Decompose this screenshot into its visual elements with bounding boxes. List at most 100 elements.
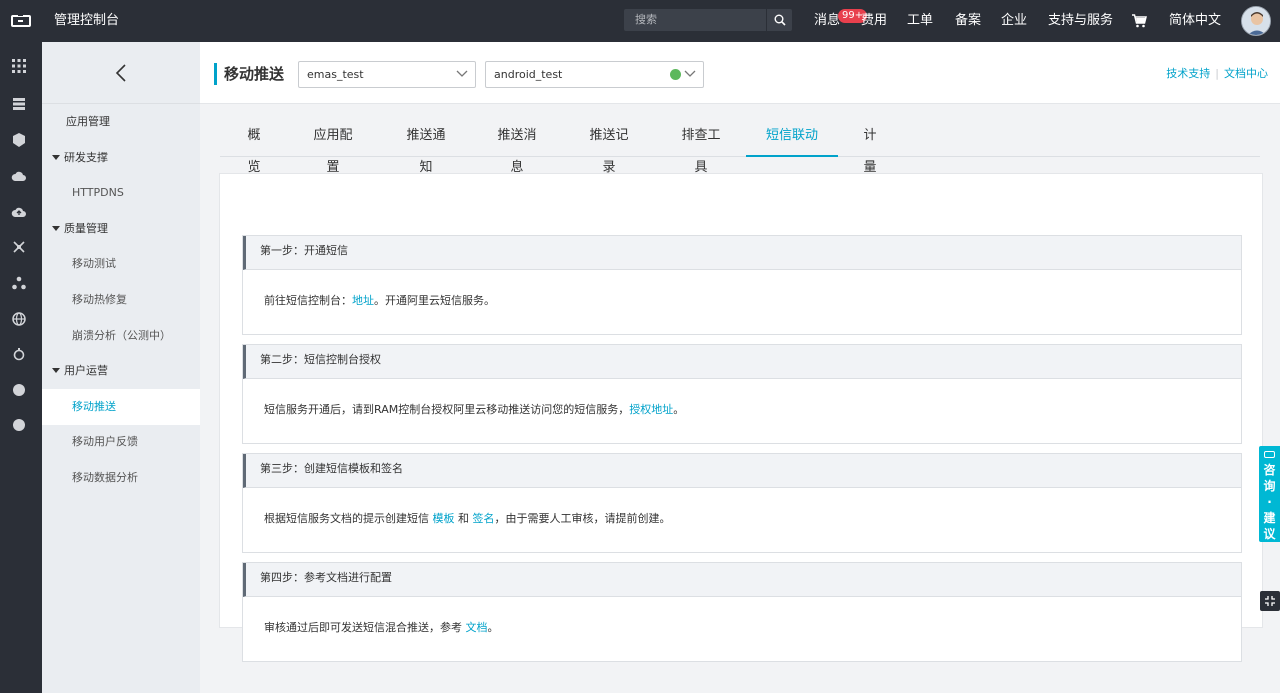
step-link[interactable]: 模板	[433, 512, 455, 525]
sidebar-item-label: 移动推送	[72, 399, 116, 413]
tab[interactable]: 计量	[858, 120, 882, 175]
tab[interactable]: 概览	[242, 120, 266, 175]
cloud-upload-icon[interactable]	[11, 204, 27, 220]
step-link[interactable]: 授权地址	[629, 403, 673, 416]
sidebar-item-label: 用户运营	[64, 364, 108, 378]
step-text: 。	[487, 621, 499, 634]
step-body: 根据短信服务文档的提示创建短信 模板 和 签名，由于需要人工审核，请提前创建。	[264, 510, 671, 526]
step-title: 第二步：短信控制台授权	[243, 345, 1241, 379]
nav-icp[interactable]: 备案	[955, 0, 981, 42]
sidebar-item[interactable]: 移动数据分析	[42, 460, 200, 496]
sidebar-back-button[interactable]	[42, 42, 200, 104]
step-link[interactable]: 签名	[473, 512, 495, 525]
sidebar-group[interactable]: 研发支撑	[42, 140, 200, 176]
sidebar-item[interactable]: 移动推送	[42, 388, 200, 425]
sidebar-item-label: 崩溃分析（公测中）	[72, 328, 171, 342]
sidebar-item[interactable]: 移动测试	[42, 246, 200, 282]
tab[interactable]: 推送记录	[584, 120, 634, 175]
sidebar-item-label: 研发支撑	[64, 150, 108, 164]
step-title: 第一步：开通短信	[243, 236, 1241, 270]
project-select-value: emas_test	[307, 68, 364, 81]
nav-tickets[interactable]: 工单	[907, 0, 933, 42]
step-body: 短信服务开通后，请到RAM控制台授权阿里云移动推送访问您的短信服务，授权地址。	[264, 401, 684, 417]
caret-down-icon	[52, 368, 60, 374]
product-sidebar: 应用管理研发支撑 HTTPDNS 质量管理移动测试移动热修复崩溃分析（公测中） 用户运…	[42, 42, 200, 693]
tech-support-link[interactable]: 技术支持	[1166, 67, 1210, 80]
tab[interactable]: 排查工具	[676, 120, 726, 175]
collapse-button[interactable]	[1260, 591, 1280, 611]
nav-billing[interactable]: 费用	[861, 0, 887, 42]
sidebar-item[interactable]: 应用管理	[42, 104, 200, 140]
nav-enterprise[interactable]: 企业	[1001, 0, 1027, 42]
search-icon	[774, 14, 786, 26]
sidebar-item-label: 移动测试	[72, 257, 116, 271]
step-text: 。开通阿里云短信服务。	[374, 294, 495, 307]
chevron-down-icon	[456, 70, 468, 77]
console-title[interactable]: 管理控制台	[54, 0, 119, 42]
tab[interactable]: 应用配置	[308, 120, 358, 175]
step-card: 第四步：参考文档进行配置 审核通过后即可发送短信混合推送，参考 文档。	[242, 562, 1242, 662]
tab[interactable]: 推送消息	[492, 120, 542, 175]
feedback-label: 咨询 · 建议	[1263, 463, 1276, 541]
sidebar-item-label: HTTPDNS	[72, 186, 124, 200]
top-bar: 管理控制台 搜索 消息 99+ 费用 工单 备案 企业 支持与服务 简体中文	[0, 0, 1280, 42]
avatar[interactable]	[1241, 6, 1271, 36]
step-text: 根据短信服务文档的提示创建短信	[264, 512, 433, 525]
sidebar-item[interactable]: HTTPDNS	[42, 175, 200, 211]
sidebar-group[interactable]: 质量管理	[42, 211, 200, 247]
nav-messages[interactable]: 消息	[814, 0, 840, 42]
step-text: 。	[673, 403, 685, 416]
cart-icon[interactable]	[1131, 13, 1147, 29]
caret-down-icon	[52, 154, 60, 160]
search-box[interactable]: 搜索	[624, 9, 792, 31]
aliyun-logo-icon[interactable]	[0, 0, 42, 42]
sidebar-item-label: 移动热修复	[72, 293, 127, 306]
docs-center-link[interactable]: 文档中心	[1224, 67, 1268, 80]
search-input[interactable]: 搜索	[635, 9, 657, 31]
user-avatar-icon	[1242, 7, 1270, 35]
list-icon[interactable]	[11, 96, 27, 112]
nav-support[interactable]: 支持与服务	[1048, 0, 1113, 42]
sidebar-item[interactable]: 移动用户反馈	[42, 424, 200, 460]
step-text: 审核通过后即可发送短信混合推送，参考	[264, 621, 466, 634]
cloud-icon[interactable]	[11, 168, 27, 184]
sidebar-item-label: 应用管理	[66, 115, 110, 128]
step-card: 第二步：短信控制台授权短信服务开通后，请到RAM控制台授权阿里云移动推送访问您的…	[242, 344, 1242, 444]
step-title: 第三步：创建短信模板和签名	[243, 454, 1241, 488]
tab[interactable]: 短信联动	[746, 120, 838, 157]
step-body: 审核通过后即可发送短信混合推送，参考 文档。	[264, 619, 499, 635]
app-select[interactable]: android_test	[485, 61, 704, 88]
circle-icon[interactable]	[13, 384, 25, 396]
tab[interactable]: 推送通知	[401, 120, 451, 175]
project-select[interactable]: emas_test	[298, 61, 476, 88]
chevron-left-icon	[115, 63, 126, 82]
app-select-value: android_test	[494, 68, 563, 81]
sidebar-item[interactable]: 移动热修复	[42, 282, 200, 318]
circle-icon[interactable]	[13, 419, 25, 431]
collapse-icon	[1265, 596, 1275, 606]
cluster-icon[interactable]	[11, 275, 27, 291]
sidebar-item-label: 移动数据分析	[72, 471, 138, 484]
chat-icon	[1264, 451, 1275, 458]
main-content: 移动推送 emas_test android_test 技术支持 | 文档中心 概览…	[200, 42, 1280, 693]
step-text: 和	[454, 512, 473, 525]
caret-down-icon	[52, 225, 60, 231]
step-card: 第一步：开通短信前往短信控制台：地址。开通阿里云短信服务。	[242, 235, 1242, 335]
platform-status-icon	[670, 69, 681, 80]
grid-icon[interactable]	[11, 58, 27, 74]
sidebar-group[interactable]: 用户运营	[42, 353, 200, 389]
step-text: 前往短信控制台：	[264, 294, 352, 307]
network-icon[interactable]	[11, 239, 27, 255]
cube-icon[interactable]	[11, 132, 27, 148]
step-card: 第三步：创建短信模板和签名根据短信服务文档的提示创建短信 模板 和 签名，由于需…	[242, 453, 1242, 553]
sidebar-item[interactable]: 崩溃分析（公测中）	[42, 318, 200, 354]
search-button[interactable]	[766, 9, 792, 31]
step-link[interactable]: 地址	[352, 294, 374, 307]
settings-icon[interactable]	[11, 346, 27, 362]
link-divider: |	[1215, 67, 1219, 80]
header-links: 技术支持 | 文档中心	[1166, 61, 1268, 87]
step-link[interactable]: 文档	[466, 621, 488, 634]
globe-icon[interactable]	[11, 311, 27, 327]
feedback-widget[interactable]: 咨询 · 建议	[1259, 446, 1280, 542]
nav-language[interactable]: 简体中文	[1169, 0, 1221, 42]
